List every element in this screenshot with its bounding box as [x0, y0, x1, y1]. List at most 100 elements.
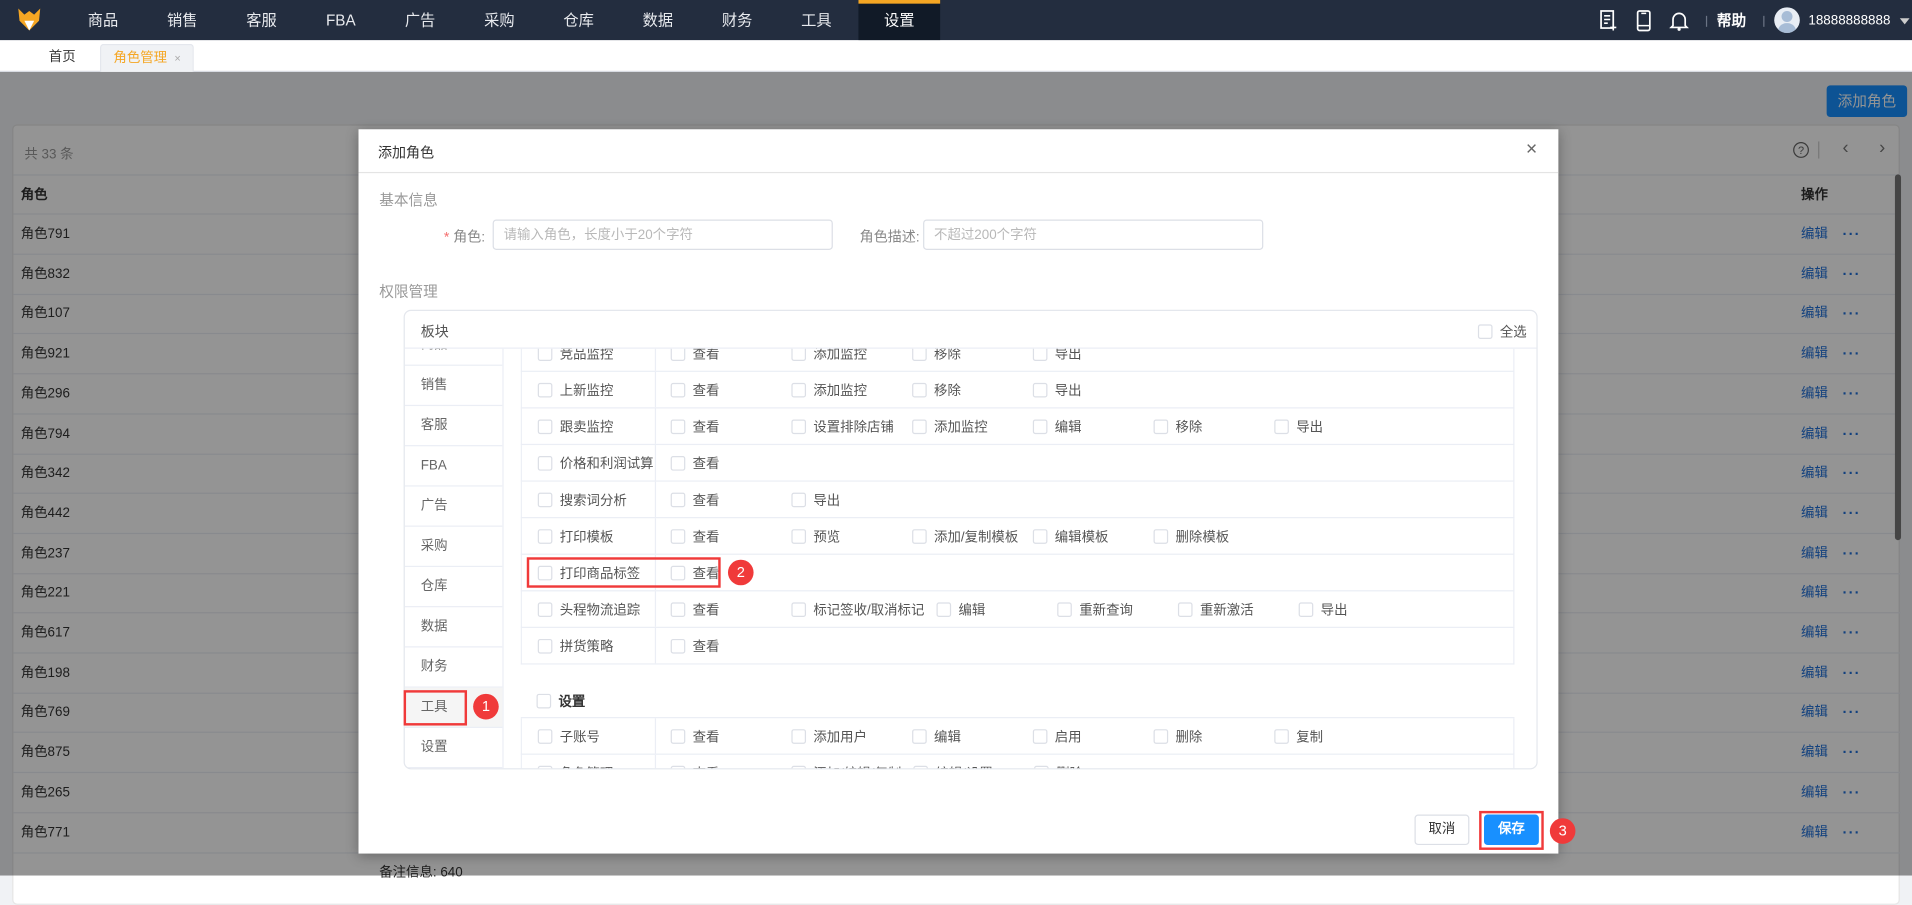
permission-action[interactable]: 编辑/设置	[913, 763, 1034, 769]
caret-down-icon[interactable]	[1899, 18, 1910, 25]
task-list-icon[interactable]	[1599, 10, 1619, 32]
permission-action[interactable]: 编辑模板	[1032, 526, 1154, 546]
checkbox[interactable]	[791, 382, 807, 397]
tab-home[interactable]: 首页	[37, 44, 88, 72]
checkbox[interactable]	[670, 638, 686, 653]
permission-name[interactable]: 子账号	[522, 718, 657, 754]
permission-action[interactable]: 查看	[670, 490, 792, 510]
permission-action[interactable]: 移除	[912, 348, 1033, 363]
checkbox[interactable]	[1274, 728, 1289, 744]
permission-name[interactable]: 头程物流追踪	[522, 591, 657, 627]
permission-action[interactable]: 查看	[670, 726, 792, 746]
permission-action[interactable]: 编辑	[1032, 416, 1154, 436]
nav-item[interactable]: 客服	[222, 0, 301, 40]
checkbox[interactable]	[670, 601, 686, 617]
permission-action[interactable]: 重新激活	[1178, 599, 1299, 619]
checkbox[interactable]	[1153, 418, 1169, 434]
checkbox[interactable]	[1032, 382, 1048, 397]
checkbox[interactable]	[670, 382, 686, 397]
checkbox[interactable]	[791, 528, 807, 544]
fox-logo-icon[interactable]	[17, 7, 41, 31]
role-desc-input[interactable]	[923, 219, 1264, 250]
sidebar-item[interactable]: 采购	[404, 527, 503, 568]
sidebar-item[interactable]: 设置	[404, 728, 503, 769]
checkbox[interactable]	[791, 492, 807, 507]
permission-action[interactable]: 导出	[1032, 348, 1154, 363]
user-name[interactable]: 18888888888	[1808, 0, 1890, 41]
checkbox[interactable]	[537, 638, 553, 653]
checkbox[interactable]	[912, 418, 927, 434]
permission-action[interactable]: 添加监控	[912, 416, 1033, 436]
permission-action[interactable]: 导出	[791, 490, 912, 510]
mobile-icon[interactable]	[1634, 10, 1654, 32]
permission-action[interactable]: 移除	[1153, 416, 1275, 436]
checkbox[interactable]	[537, 382, 553, 397]
sidebar-item[interactable]: 仓库	[404, 567, 503, 608]
checkbox[interactable]	[537, 418, 553, 434]
permission-action[interactable]: 查看	[670, 636, 792, 656]
permission-action[interactable]: 删除	[1153, 726, 1275, 746]
checkbox[interactable]	[1477, 324, 1493, 339]
bell-icon[interactable]	[1669, 10, 1689, 32]
checkbox[interactable]	[1153, 528, 1169, 544]
permission-action[interactable]: 添加监控	[791, 380, 912, 400]
checkbox[interactable]	[537, 728, 553, 744]
permission-action[interactable]: 导出	[1032, 380, 1154, 400]
checkbox[interactable]	[1153, 728, 1169, 744]
checkbox[interactable]	[536, 693, 552, 709]
permission-action[interactable]: 查看	[670, 599, 792, 619]
permission-name[interactable]: 打印模板	[522, 518, 657, 554]
select-all-checkbox[interactable]: 全选	[1477, 322, 1527, 342]
permission-action[interactable]: 查看	[670, 526, 792, 546]
checkbox[interactable]	[1032, 348, 1048, 361]
permission-action[interactable]: 重新查询	[1057, 599, 1178, 619]
nav-item[interactable]: 采购	[460, 0, 539, 40]
checkbox[interactable]	[1034, 765, 1049, 769]
permission-action[interactable]: 编辑	[912, 726, 1033, 746]
checkbox[interactable]	[1032, 528, 1048, 544]
sidebar-item[interactable]: FBA	[404, 446, 503, 487]
tab-role-management[interactable]: 角色管理 ×	[99, 43, 195, 72]
permission-action[interactable]: 启用	[1032, 726, 1154, 746]
checkbox[interactable]	[537, 528, 553, 544]
checkbox[interactable]	[912, 528, 927, 544]
checkbox[interactable]	[912, 728, 927, 744]
checkbox[interactable]	[791, 601, 807, 617]
checkbox[interactable]	[670, 765, 686, 769]
permission-name[interactable]: 角色管理	[522, 754, 657, 769]
permission-action[interactable]: 编辑	[936, 599, 1058, 619]
permission-action[interactable]: 添加监控	[791, 348, 912, 363]
nav-item[interactable]: 销售	[143, 0, 222, 40]
checkbox[interactable]	[791, 765, 807, 769]
checkbox[interactable]	[912, 348, 927, 361]
nav-item[interactable]: 商品	[63, 0, 142, 40]
permission-action[interactable]: 移除	[912, 380, 1033, 400]
sidebar-item[interactable]: 客服	[404, 406, 503, 447]
checkbox[interactable]	[670, 418, 686, 434]
sidebar-item[interactable]: 财务	[404, 647, 503, 688]
nav-item[interactable]: 设置	[858, 0, 941, 41]
permission-action[interactable]: 复制	[1274, 726, 1395, 746]
permission-action[interactable]: 查看	[670, 348, 792, 363]
permission-action[interactable]: 查看	[670, 416, 792, 436]
checkbox[interactable]	[670, 728, 686, 744]
permission-action[interactable]: 删除模板	[1153, 526, 1275, 546]
permission-action[interactable]: 查看	[670, 380, 792, 400]
checkbox[interactable]	[912, 382, 927, 397]
sidebar-item[interactable]: 广告	[404, 487, 503, 527]
close-tab-icon[interactable]: ×	[174, 52, 180, 64]
permission-name[interactable]: 竞品监控	[522, 348, 657, 371]
permission-action[interactable]: 设置排除店铺	[791, 416, 912, 436]
permission-action[interactable]: 添加/编辑/复制	[791, 763, 913, 769]
cancel-button[interactable]: 取消	[1414, 814, 1470, 846]
permission-action[interactable]: 导出	[1274, 416, 1395, 436]
checkbox[interactable]	[936, 601, 952, 617]
permission-action[interactable]: 查看	[670, 763, 792, 769]
nav-item[interactable]: 数据	[618, 0, 697, 40]
checkbox[interactable]	[1178, 601, 1193, 617]
nav-item[interactable]: 工具	[777, 0, 856, 40]
permission-name[interactable]: 上新监控	[522, 371, 657, 408]
checkbox[interactable]	[537, 348, 553, 361]
checkbox[interactable]	[1032, 728, 1048, 744]
checkbox[interactable]	[537, 765, 553, 769]
